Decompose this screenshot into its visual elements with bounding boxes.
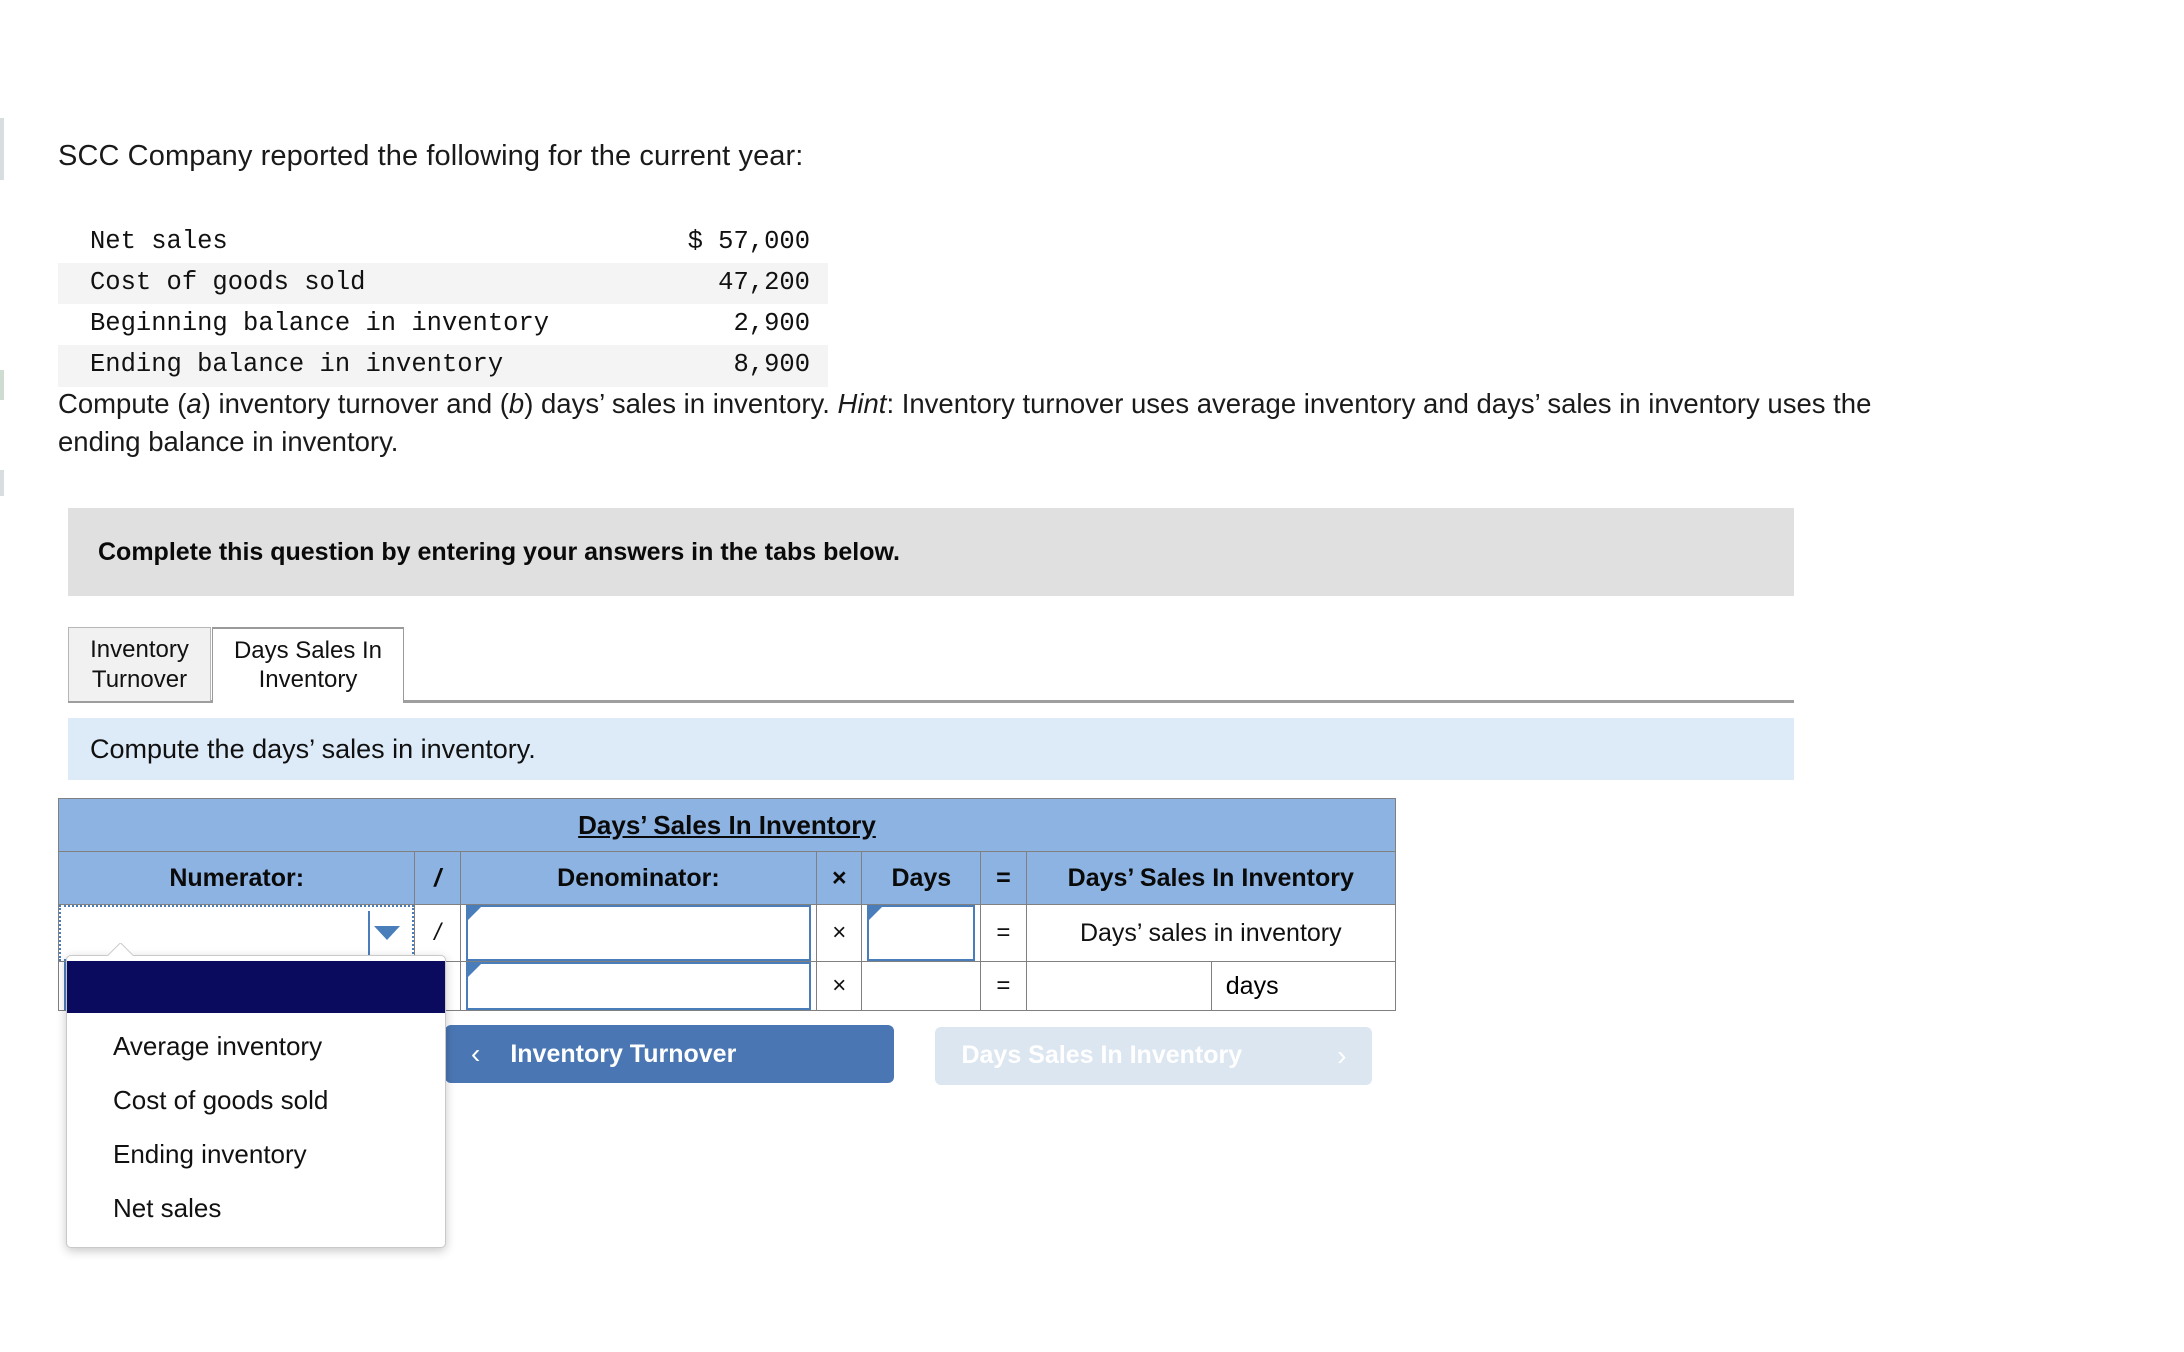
calc-row-1: / × = Days’ sales in inventory [57, 904, 1397, 962]
result-split: days [1027, 962, 1395, 1010]
prev-button-label: Inventory Turnover [510, 1039, 737, 1068]
table-row: Cost of goods sold 47,200 [58, 263, 828, 305]
calc-title-row: Days’ Sales In Inventory [58, 798, 1396, 852]
left-edge-marker-top [0, 118, 4, 180]
prompt-text: Compute the days’ sales in inventory. [90, 733, 536, 764]
header-divide: / [414, 851, 461, 905]
dropdown-option-cost-of-goods-sold[interactable]: Cost of goods sold [67, 1073, 445, 1127]
figure-value: 8,900 [733, 350, 810, 380]
compute-part-1: Compute ( [58, 388, 187, 419]
days-input-1[interactable] [867, 905, 976, 961]
calc-title: Days’ Sales In Inventory [578, 809, 876, 840]
dropdown-option-average-inventory[interactable]: Average inventory [67, 1019, 445, 1073]
denominator-input-1[interactable] [465, 905, 812, 961]
table-row: Net sales $ 57,000 [58, 222, 828, 263]
tab-days-sales-in-inventory[interactable]: Days Sales In Inventory [212, 627, 404, 701]
row2-times-operator: × [816, 961, 863, 1011]
header-numerator: Numerator: [57, 851, 416, 905]
dropdown-option-label: Cost of goods sold [113, 1084, 329, 1115]
row2-equals-operator: = [980, 961, 1027, 1011]
reported-figures-table: Net sales $ 57,000 Cost of goods sold 47… [58, 222, 828, 387]
row2-result-cell[interactable]: days [1025, 961, 1397, 1011]
dropdown-option-label: Net sales [113, 1192, 222, 1223]
active-tab-mask [213, 699, 403, 703]
dropdown-option-blank[interactable] [67, 961, 445, 1013]
header-result: Days’ Sales In Inventory [1025, 851, 1397, 905]
header-days: Days [861, 851, 982, 905]
figure-label: Beginning balance in inventory [90, 309, 550, 339]
prev-inventory-turnover-button[interactable]: ‹ Inventory Turnover [445, 1025, 894, 1083]
result-value-2[interactable] [1027, 962, 1212, 1010]
figure-label: Net sales [90, 227, 228, 256]
figure-value: 2,900 [733, 309, 810, 339]
figure-value: $ 57,000 [687, 227, 810, 256]
dropdown-option-label: Average inventory [113, 1030, 323, 1061]
days-cell-2[interactable] [861, 961, 982, 1011]
compute-label-b: b [508, 388, 525, 419]
row1-equals-operator: = [980, 904, 1027, 962]
left-edge-marker-middle [0, 370, 4, 400]
chevron-right-icon: › [1337, 1039, 1347, 1071]
tab-navigation: ‹ Inventory Turnover Days Sales In Inven… [445, 1025, 1373, 1085]
chevron-left-icon: ‹ [471, 1038, 481, 1069]
notice-banner: Complete this question by entering your … [68, 508, 1794, 596]
figure-value: 47,200 [718, 268, 810, 298]
calc-header-row: Numerator: / Denominator: × Days = Days’… [57, 851, 1397, 905]
dropdown-option-ending-inventory[interactable]: Ending inventory [67, 1127, 445, 1181]
calc-title-cell: Days’ Sales In Inventory [58, 798, 1396, 852]
next-days-sales-in-inventory-button[interactable]: Days Sales In Inventory › [935, 1026, 1373, 1085]
compute-instruction: Compute (a) inventory turnover and (b) d… [58, 385, 1903, 461]
row1-result-label: Days’ sales in inventory [1025, 904, 1397, 962]
table-row: Ending balance in inventory 8,900 [58, 345, 828, 387]
hint-label: Hint [837, 388, 887, 419]
chevron-down-icon[interactable] [374, 926, 401, 940]
notice-text: Complete this question by entering your … [98, 537, 900, 566]
prompt-bar: Compute the days’ sales in inventory. [68, 718, 1794, 780]
denominator-input-cell-1[interactable] [459, 904, 818, 962]
figure-label: Cost of goods sold [90, 268, 366, 298]
dropdown-option-label: Ending inventory [113, 1138, 307, 1169]
tab-label: Inventory Turnover [90, 636, 189, 693]
figure-label: Ending balance in inventory [90, 350, 504, 380]
row1-times-operator: × [816, 904, 863, 962]
table-row: Beginning balance in inventory 2,900 [58, 304, 828, 345]
numerator-dropdown-menu[interactable]: Average inventory Cost of goods sold End… [66, 955, 446, 1248]
dropdown-notch [107, 943, 133, 956]
result-unit-label: days [1225, 971, 1279, 1000]
left-edge-marker-bottom [0, 470, 4, 496]
header-denominator: Denominator: [459, 851, 818, 905]
compute-part-3: ) days’ sales in inventory. [524, 388, 838, 419]
page-intro-text: SCC Company reported the following for t… [58, 140, 804, 172]
denominator-input-2[interactable] [465, 962, 812, 1010]
compute-label-a: a [186, 388, 202, 419]
compute-part-2: ) inventory turnover and ( [201, 388, 509, 419]
denominator-input-cell-2[interactable] [459, 961, 818, 1011]
next-button-label: Days Sales In Inventory [961, 1041, 1243, 1069]
dropdown-option-net-sales[interactable]: Net sales [67, 1181, 445, 1235]
select-separator [368, 911, 371, 955]
days-input-cell-1[interactable] [861, 904, 982, 962]
row1-divide-operator: / [414, 904, 461, 962]
tab-inventory-turnover[interactable]: Inventory Turnover [68, 627, 211, 701]
header-times: × [816, 851, 863, 905]
header-equals: = [980, 851, 1027, 905]
tab-strip: Inventory Turnover Days Sales In Invento… [68, 627, 1794, 703]
tab-label: Days Sales In Inventory [233, 636, 383, 693]
